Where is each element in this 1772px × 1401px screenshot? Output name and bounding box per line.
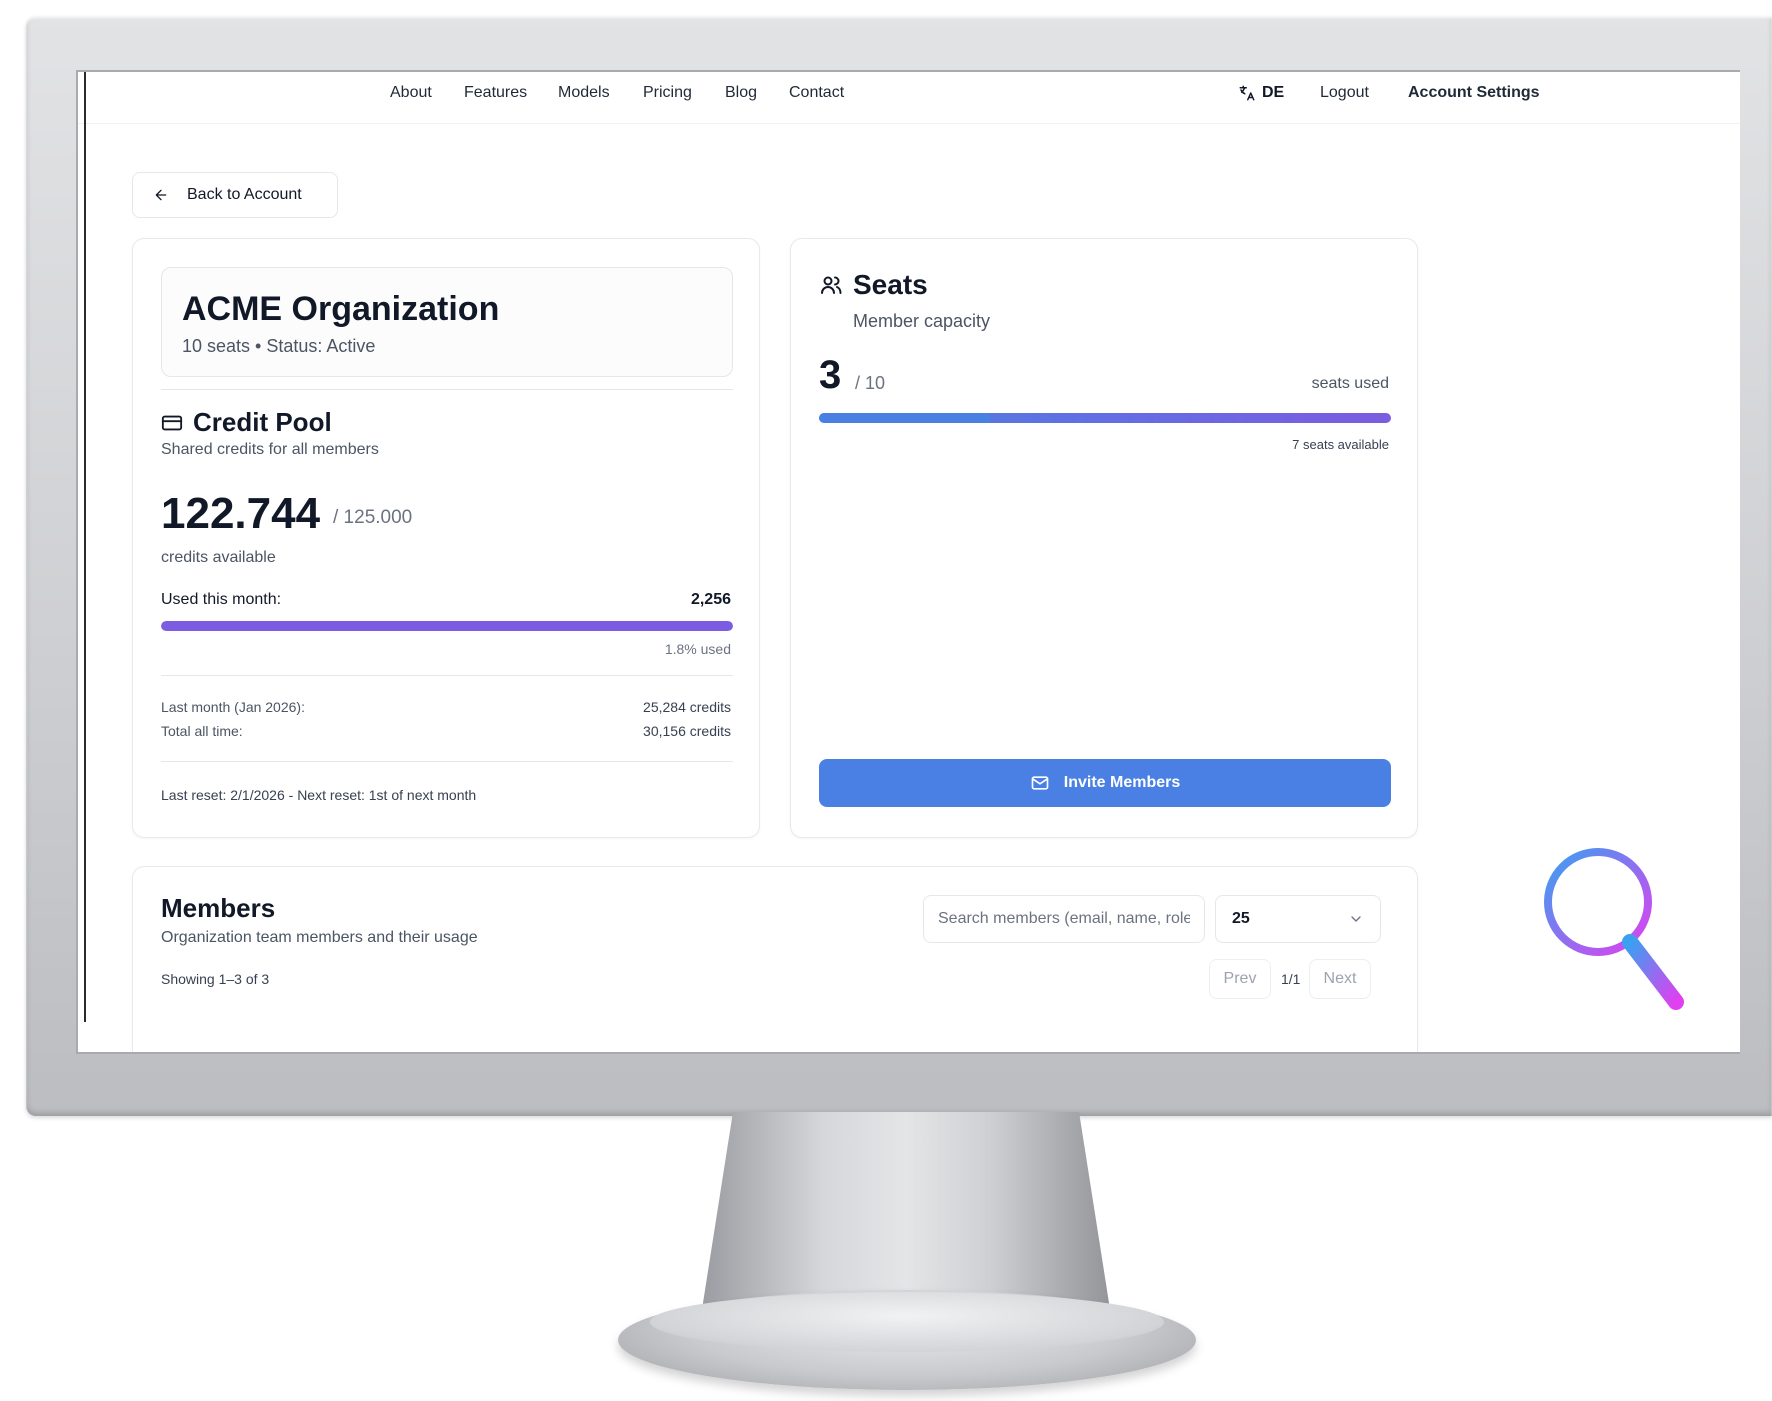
seats-used-label: seats used — [1311, 375, 1389, 392]
credit-pool-subtitle: Shared credits for all members — [161, 441, 379, 458]
nav-contact[interactable]: Contact — [789, 84, 844, 102]
seats-card: Seats Member capacity 3 / 10 seats used … — [790, 238, 1418, 838]
arrow-left-icon — [155, 189, 167, 201]
monitor-stand-base-top — [650, 1292, 1164, 1352]
magnifier-icon — [1544, 848, 1684, 1010]
credit-pool-title-text: Credit Pool — [193, 407, 332, 437]
credit-card-icon — [161, 415, 183, 430]
members-card: Members Organization team members and th… — [132, 866, 1418, 1052]
language-switcher[interactable]: DE — [1238, 84, 1284, 102]
organization-card: ACME Organization 10 seats • Status: Act… — [132, 238, 760, 838]
nav-blog[interactable]: Blog — [725, 84, 757, 102]
used-this-month-label: Used this month: — [161, 591, 282, 608]
search-members-input[interactable] — [923, 895, 1205, 943]
prev-page-button[interactable]: Prev — [1209, 959, 1271, 999]
language-code: DE — [1262, 84, 1285, 101]
seats-usage-bar-fill — [819, 413, 991, 423]
members-showing-count: Showing 1–3 of 3 — [161, 971, 270, 987]
members-title: Members — [161, 893, 276, 923]
invite-members-label: Invite Members — [1063, 774, 1181, 791]
nav-about[interactable]: About — [390, 84, 432, 102]
total-all-time-label: Total all time: — [161, 723, 243, 739]
logout-link[interactable]: Logout — [1320, 84, 1369, 102]
credit-pool-title: Credit Pool — [161, 407, 332, 438]
reset-info: Last reset: 2/1/2026 - Next reset: 1st o… — [161, 787, 477, 803]
nav-models[interactable]: Models — [558, 84, 610, 102]
credits-available-value: 122.744 — [161, 489, 321, 538]
credits-total-value: / 125.000 — [333, 507, 413, 528]
mail-icon — [1031, 776, 1049, 790]
next-page-button[interactable]: Next — [1309, 959, 1371, 999]
back-button-label: Back to Account — [187, 186, 302, 203]
account-settings-link[interactable]: Account Settings — [1408, 84, 1540, 102]
nav-pricing[interactable]: Pricing — [643, 84, 692, 102]
seats-usage-bar — [819, 413, 1391, 423]
used-this-month-value: 2,256 — [690, 591, 731, 608]
page-indicator: 1/1 — [1281, 971, 1301, 987]
total-all-time-value: 30,156 credits — [643, 723, 731, 739]
org-subtitle: 10 seats • Status: Active — [182, 336, 376, 356]
used-percent-label: 1.8% used — [664, 641, 731, 657]
seats-available-label: 7 seats available — [1292, 437, 1389, 452]
divider — [161, 761, 733, 762]
last-month-label: Last month (Jan 2026): — [161, 699, 305, 715]
translate-icon — [1239, 85, 1255, 101]
credits-available-label: credits available — [161, 549, 276, 566]
screen-left-edge — [84, 72, 86, 1022]
page-size-value: 25 — [1232, 910, 1250, 927]
credit-usage-bar — [161, 621, 733, 631]
members-subtitle: Organization team members and their usag… — [161, 929, 478, 946]
divider — [161, 675, 733, 676]
seats-capacity-value: / 10 — [855, 373, 886, 393]
invite-members-button[interactable]: Invite Members — [819, 759, 1391, 807]
users-icon — [821, 276, 842, 294]
seats-subtitle: Member capacity — [853, 311, 991, 331]
top-nav: About Features Models Pricing Blog Conta… — [78, 72, 1740, 124]
credit-usage-bar-fill — [161, 621, 733, 631]
seats-title: Seats — [819, 269, 928, 301]
screen: About Features Models Pricing Blog Conta… — [76, 70, 1740, 1054]
back-to-account-button[interactable]: Back to Account — [132, 172, 338, 218]
chevron-down-icon — [1351, 916, 1361, 922]
org-name: ACME Organization — [182, 290, 500, 328]
seats-title-text: Seats — [853, 269, 928, 300]
divider — [161, 389, 733, 390]
page-size-select[interactable]: 25 — [1215, 895, 1381, 943]
seats-used-value: 3 — [819, 353, 842, 397]
org-header-box: ACME Organization 10 seats • Status: Act… — [161, 267, 733, 377]
nav-features[interactable]: Features — [464, 84, 527, 102]
last-month-value: 25,284 credits — [643, 699, 731, 715]
